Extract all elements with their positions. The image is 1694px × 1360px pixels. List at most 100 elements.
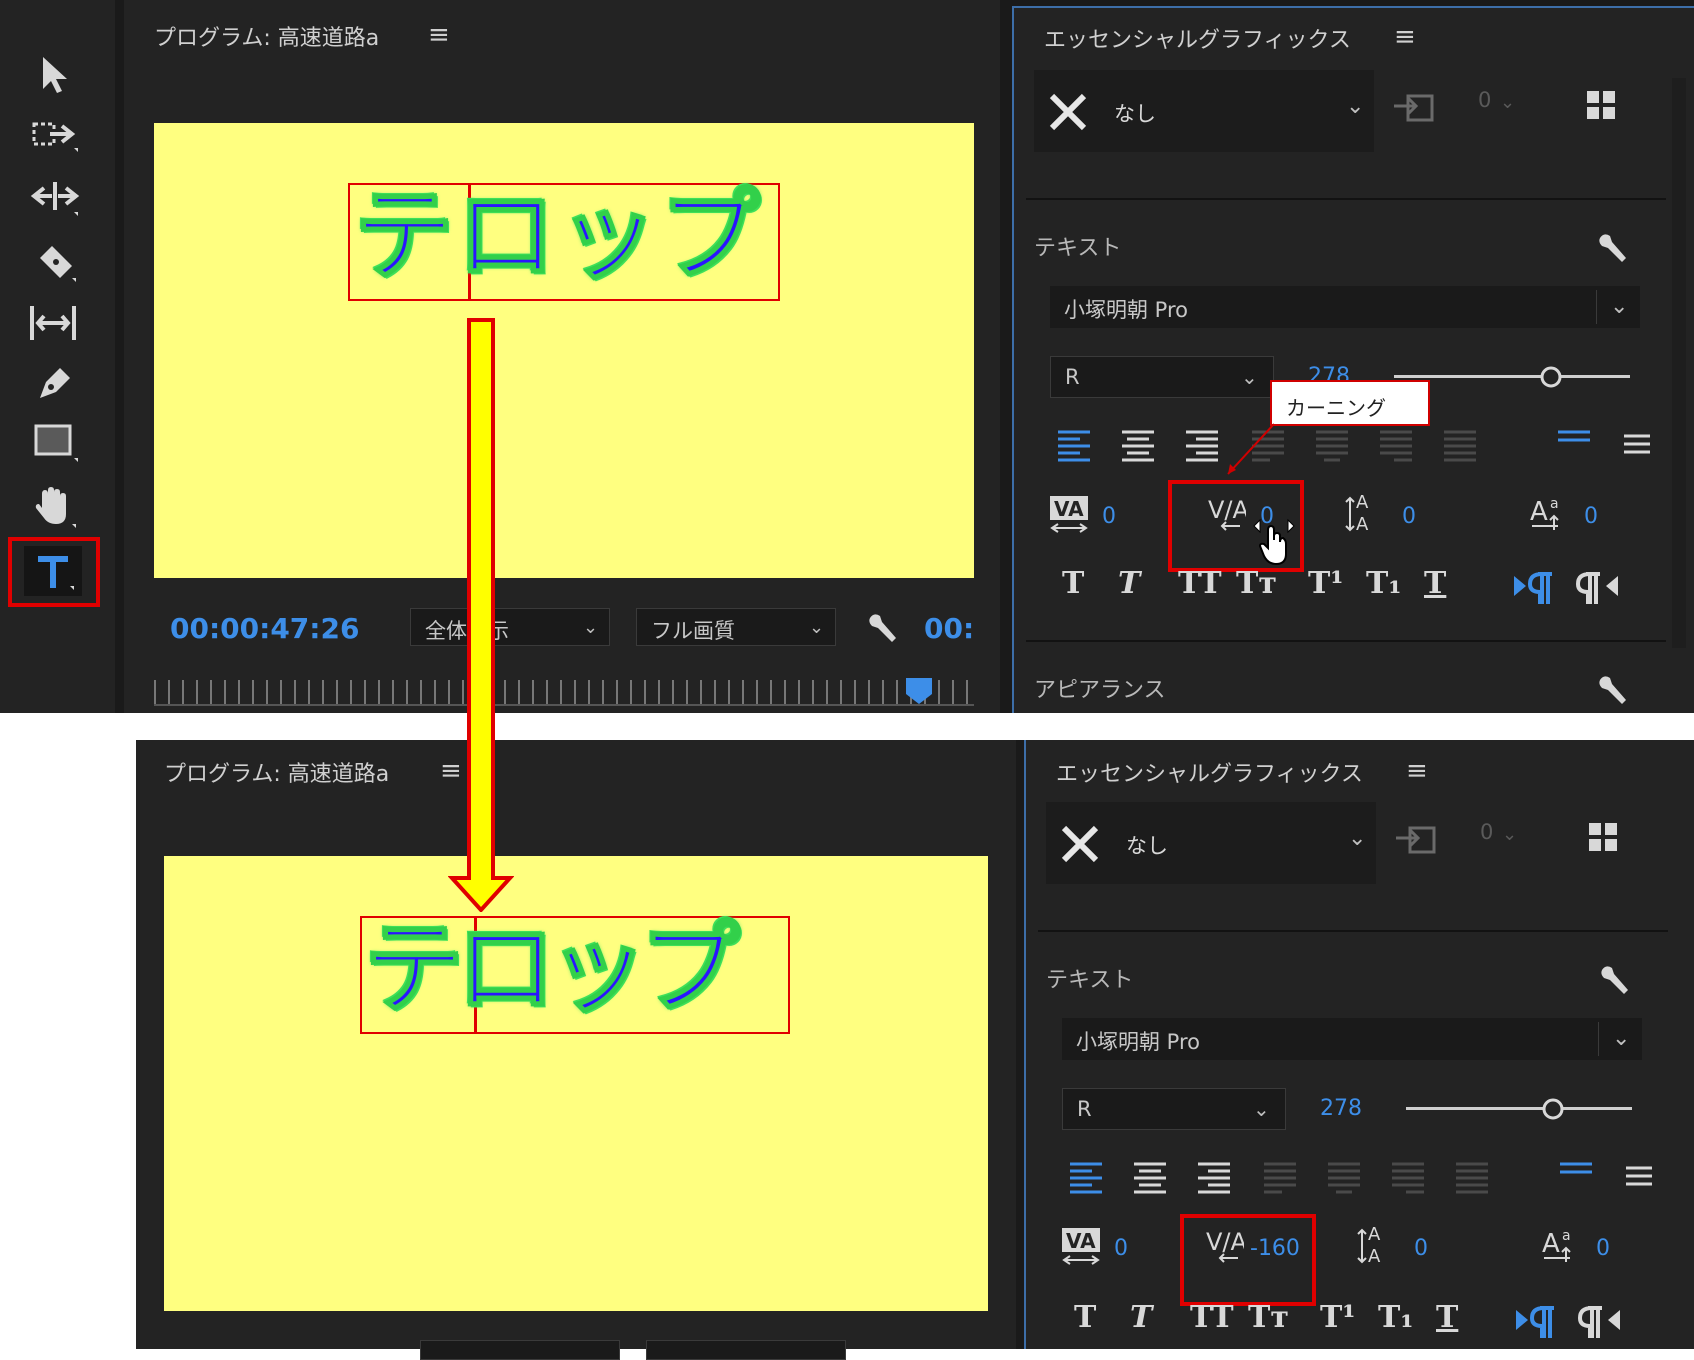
align-right-icon[interactable] [1184,428,1220,462]
program-monitor: プログラム: 高速道路a ≡ テロップ 00:00:47:26 全体表示 ⌄ フ… [124,0,1000,713]
svg-text:VA: VA [1054,497,1084,521]
rtl-text-icon[interactable] [1576,570,1620,606]
all-caps-button[interactable]: TT [1178,566,1222,601]
style-count[interactable]: 0 [1480,820,1493,844]
font-style-select[interactable]: R ⌄ [1062,1088,1286,1130]
telop-text[interactable]: テロップ [353,184,762,286]
push-to-track-icon[interactable] [1394,820,1438,856]
tracking-icon[interactable]: VA [1060,1226,1102,1266]
annotation-arrow [448,318,514,912]
baseline-shift-value[interactable]: 0 [1596,1236,1610,1261]
grid-icon[interactable] [1588,822,1618,852]
ripple-edit-tool-icon[interactable] [30,178,80,218]
align-right-icon[interactable] [1196,1160,1232,1194]
kerning-icon[interactable]: V/A [1204,1226,1244,1266]
align-center-icon[interactable] [1120,428,1156,462]
fit-select[interactable] [420,1340,620,1360]
rectangle-tool-icon[interactable] [34,424,80,464]
eg-title[interactable]: エッセンシャルグラフィックス [1044,22,1351,54]
quality-select[interactable] [646,1340,846,1360]
chevron-down-icon[interactable]: ⌄ [1502,824,1517,845]
faux-italic-button[interactable]: T [1130,1300,1152,1335]
style-select[interactable]: なし ⌄ [1046,802,1376,884]
faux-bold-button[interactable]: T [1074,1300,1096,1335]
align-left-icon[interactable] [1068,1160,1104,1194]
wrench-icon[interactable] [1596,230,1632,266]
subscript-button[interactable]: T₁ [1378,1300,1413,1335]
svg-text:A: A [1530,497,1548,527]
wrench-icon[interactable] [1598,962,1634,998]
underline-button[interactable]: T [1436,1300,1458,1335]
panel-more-icon[interactable] [1622,432,1652,456]
pen-tool-icon[interactable] [34,362,76,404]
playhead-marker[interactable] [904,676,934,706]
panel-menu-icon[interactable]: ≡ [1406,756,1428,786]
align-top-text-icon[interactable] [1556,428,1592,452]
panel-more-icon[interactable] [1624,1164,1654,1188]
ltr-text-icon[interactable] [1512,570,1556,606]
font-size-slider-thumb[interactable] [1538,364,1564,390]
playhead-timecode[interactable]: 00:00:47:26 [170,612,359,645]
chevron-down-icon[interactable]: ⌄ [1500,92,1515,113]
font-size-slider[interactable] [1394,375,1630,378]
baseline-shift-value[interactable]: 0 [1584,504,1598,529]
font-family-select[interactable]: 小塚明朝 Pro ⌄ [1062,1018,1642,1060]
wrench-icon[interactable] [866,610,902,646]
small-caps-button[interactable]: Tт [1236,566,1277,601]
superscript-button[interactable]: T¹ [1320,1300,1355,1335]
style-count[interactable]: 0 [1478,88,1491,112]
align-center-icon[interactable] [1132,1160,1168,1194]
faux-italic-button[interactable]: T [1118,566,1140,601]
essential-graphics-panel: エッセンシャルグラフィックス ≡ なし ⌄ 0 ⌄ テキスト 小塚明朝 Pro … [1012,6,1694,713]
leading-value[interactable]: 0 [1402,504,1416,529]
font-size-slider-thumb[interactable] [1540,1096,1566,1122]
small-caps-button[interactable]: Tт [1248,1300,1289,1335]
font-size-value[interactable]: 278 [1320,1096,1362,1121]
ltr-text-icon[interactable] [1514,1304,1558,1340]
hand-tool-icon[interactable] [32,484,78,530]
baseline-shift-icon[interactable]: Aa [1540,1222,1580,1268]
justify-all-icon [1456,1162,1488,1194]
razor-tool-icon[interactable] [34,242,76,284]
eg-title[interactable]: エッセンシャルグラフィックス [1056,756,1363,788]
program-title[interactable]: プログラム: 高速道路a [164,756,389,788]
style-select[interactable]: なし ⌄ [1034,70,1374,152]
align-left-icon[interactable] [1056,428,1092,462]
scrub-cursor-icon [1253,518,1295,566]
push-to-track-icon[interactable] [1392,88,1436,124]
font-style-select[interactable]: R ⌄ [1050,356,1274,398]
scrollbar[interactable] [1672,78,1686,648]
tracking-icon[interactable]: VA [1048,494,1090,534]
faux-bold-button[interactable]: T [1062,566,1084,601]
tracking-value[interactable]: 0 [1114,1236,1128,1261]
rtl-text-icon[interactable] [1578,1304,1622,1340]
subscript-button[interactable]: T₁ [1366,566,1401,601]
svg-text:a: a [1562,1228,1571,1244]
time-ruler[interactable] [154,680,974,706]
quality-select[interactable]: フル画質 ⌄ [636,608,836,646]
font-size-slider[interactable] [1406,1107,1632,1110]
selection-tool-icon[interactable] [40,55,72,95]
track-select-tool-icon[interactable] [32,118,80,154]
grid-icon[interactable] [1586,90,1616,120]
tracking-value[interactable]: 0 [1102,504,1116,529]
divider [1596,290,1597,324]
all-caps-button[interactable]: TT [1190,1300,1234,1335]
slip-tool-icon[interactable] [28,304,80,344]
program-title[interactable]: プログラム: 高速道路a [154,20,379,52]
kerning-value[interactable]: -160 [1250,1236,1300,1261]
baseline-shift-icon[interactable]: Aa [1528,490,1568,536]
wrench-icon[interactable] [1596,672,1632,708]
align-top-text-icon[interactable] [1558,1160,1594,1184]
leading-value[interactable]: 0 [1414,1236,1428,1261]
kerning-icon[interactable]: V/A [1206,494,1246,534]
panel-menu-icon[interactable]: ≡ [1394,22,1416,52]
telop-text[interactable]: テロップ [363,917,741,1019]
type-tool-button[interactable] [24,546,82,596]
underline-button[interactable]: T [1424,566,1446,601]
leading-icon[interactable]: AA [1344,490,1384,536]
font-family-select[interactable]: 小塚明朝 Pro ⌄ [1050,286,1640,328]
panel-menu-icon[interactable]: ≡ [428,20,450,50]
leading-icon[interactable]: AA [1356,1222,1396,1268]
superscript-button[interactable]: T¹ [1308,566,1343,601]
